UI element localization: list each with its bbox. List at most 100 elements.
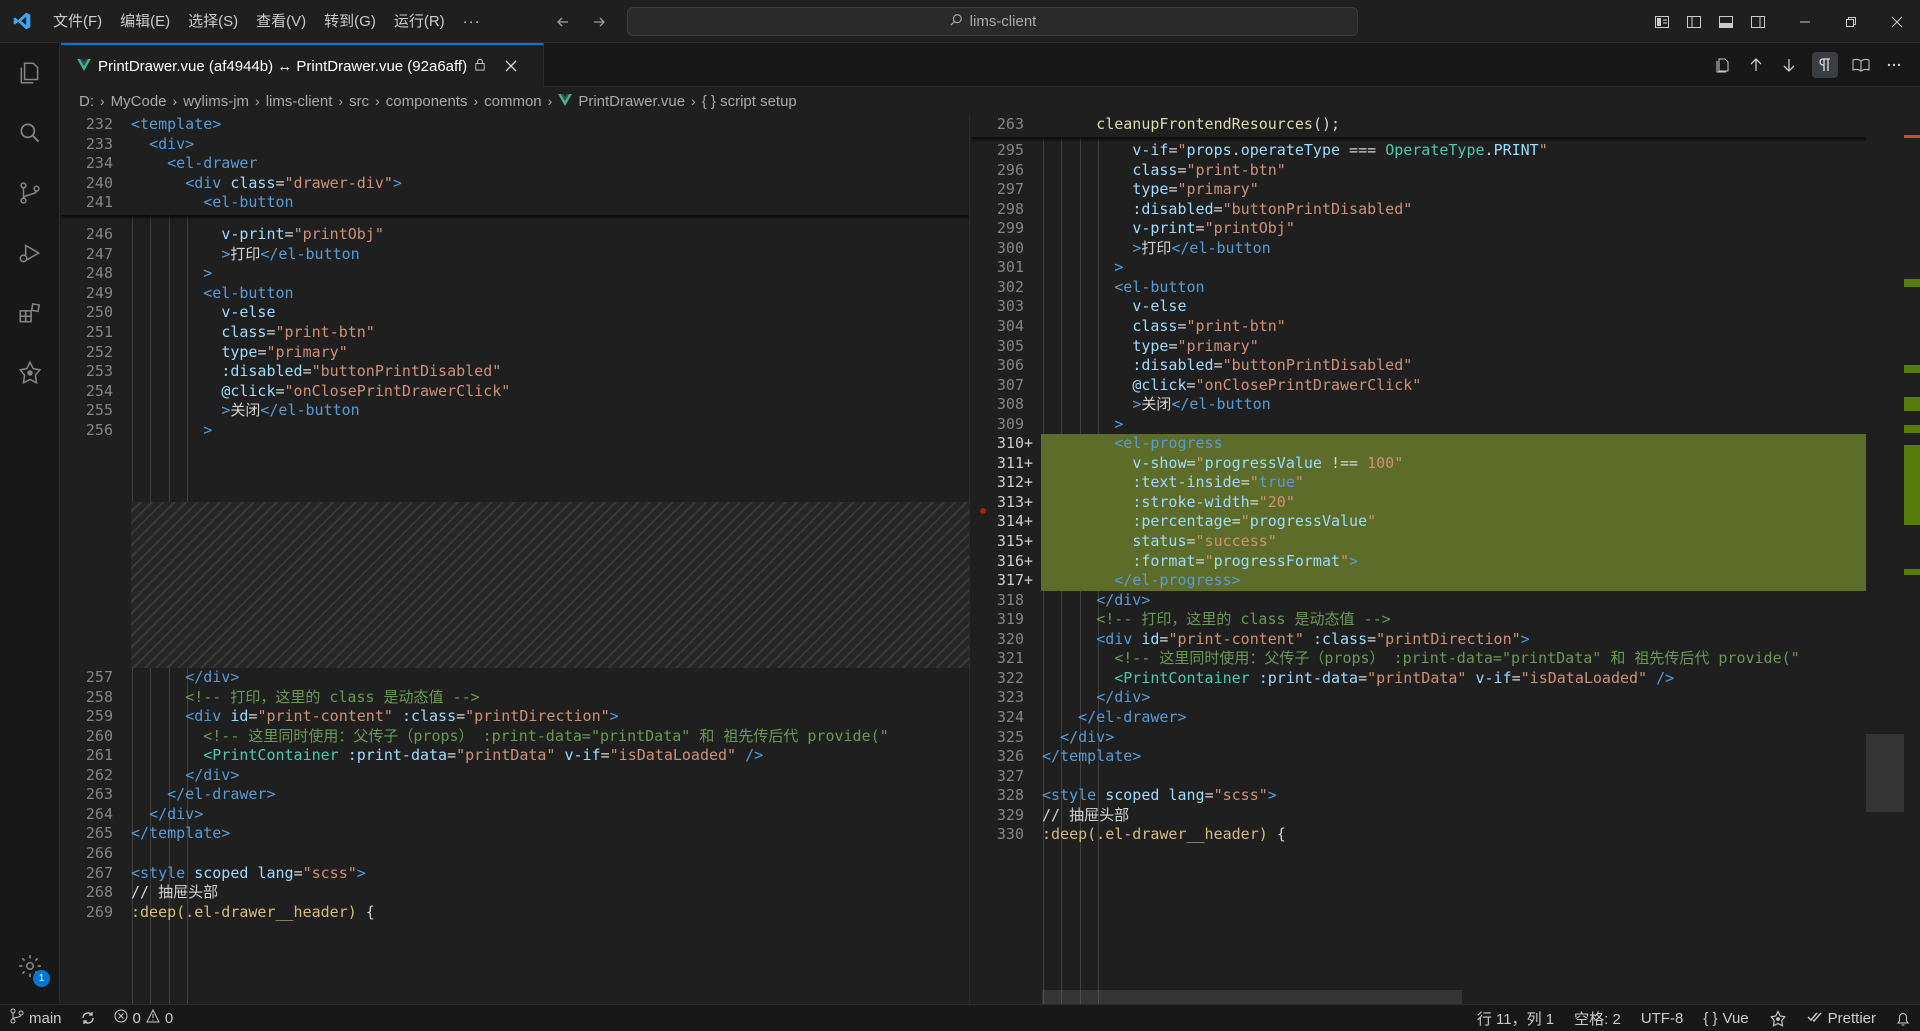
- code-line[interactable]: 234 <el-drawer: [61, 154, 969, 174]
- code-line[interactable]: 232 <template>: [61, 115, 969, 135]
- code-line[interactable]: 254 @click="onClosePrintDrawerClick": [61, 382, 969, 402]
- code-line[interactable]: 267 <style scoped lang="scss">: [61, 864, 969, 884]
- code-line[interactable]: 263 </el-drawer>: [61, 785, 969, 805]
- code-line[interactable]: 326 </template>: [972, 747, 1866, 767]
- code-line[interactable]: 251 class="print-btn": [61, 323, 969, 343]
- breadcrumb-drive[interactable]: D:: [79, 93, 94, 110]
- breadcrumb-folder[interactable]: components: [386, 93, 468, 110]
- menu-more[interactable]: ···: [454, 0, 490, 43]
- encoding[interactable]: UTF-8: [1641, 1010, 1684, 1027]
- code-line[interactable]: 328 <style scoped lang="scss">: [972, 786, 1866, 806]
- breadcrumb-file[interactable]: PrintDrawer.vue: [578, 93, 685, 110]
- added-code-line[interactable]: 314 + :percentage="progressValue": [972, 512, 1866, 532]
- source-control-icon[interactable]: [0, 163, 60, 223]
- code-line[interactable]: 250 v-else: [61, 303, 969, 323]
- code-line[interactable]: 259 <div id="print-content" :class="prin…: [61, 707, 969, 727]
- prettier-status[interactable]: Prettier: [1807, 1010, 1876, 1028]
- code-line[interactable]: 330:deep(.el-drawer__header) {: [972, 825, 1866, 845]
- breadcrumb-folder[interactable]: MyCode: [111, 93, 167, 110]
- run-debug-icon[interactable]: [0, 223, 60, 283]
- close-tab-icon[interactable]: [501, 56, 521, 76]
- code-line[interactable]: 303 v-else: [972, 297, 1866, 317]
- manage-gear-icon[interactable]: 1: [0, 936, 60, 996]
- code-line[interactable]: 309 >: [972, 415, 1866, 435]
- breadcrumb-symbol[interactable]: { } script setup: [702, 93, 797, 110]
- code-line[interactable]: 268 // 抽屉头部: [61, 883, 969, 903]
- code-line[interactable]: 269:deep(.el-drawer__header) {: [61, 903, 969, 923]
- customize-layout-icon[interactable]: [1652, 12, 1672, 32]
- code-line[interactable]: 321 <!-- 这里同时使用：父传子（props） :print-data="…: [972, 649, 1866, 669]
- breadcrumb-folder[interactable]: src: [349, 93, 369, 110]
- code-line[interactable]: 253 :disabled="buttonPrintDisabled": [61, 362, 969, 382]
- branch-status[interactable]: main: [10, 1008, 62, 1028]
- code-line[interactable]: 257 </div>: [61, 668, 969, 688]
- menu-file[interactable]: 文件(F): [44, 0, 111, 43]
- arrow-left-icon[interactable]: [552, 11, 574, 33]
- code-line[interactable]: 302 <el-button: [972, 278, 1866, 298]
- code-line[interactable]: 249 <el-button: [61, 284, 969, 304]
- code-line[interactable]: 240 <div class="drawer-div">: [61, 174, 969, 194]
- open-file-icon[interactable]: [1713, 55, 1733, 75]
- code-line[interactable]: 296 class="print-btn": [972, 161, 1866, 181]
- code-line[interactable]: 304 class="print-btn": [972, 317, 1866, 337]
- menu-run[interactable]: 运行(R): [385, 0, 454, 43]
- toggle-secondary-sidebar-icon[interactable]: [1748, 12, 1768, 32]
- code-line[interactable]: 308 >关闭</el-button: [972, 395, 1866, 415]
- search-view-icon[interactable]: [0, 103, 60, 163]
- next-change-icon[interactable]: [1779, 55, 1799, 75]
- code-line[interactable]: 305 type="primary": [972, 337, 1866, 357]
- added-code-line[interactable]: 317 + </el-progress>: [972, 571, 1866, 591]
- arrow-right-icon[interactable]: [588, 11, 610, 33]
- code-line[interactable]: 307 @click="onClosePrintDrawerClick": [972, 376, 1866, 396]
- added-code-line[interactable]: 312 + :text-inside="true": [972, 473, 1866, 493]
- code-line[interactable]: 306 :disabled="buttonPrintDisabled": [972, 356, 1866, 376]
- code-line[interactable]: 260 <!-- 这里同时使用：父传子（props） :print-data="…: [61, 727, 969, 747]
- code-line[interactable]: 300 >打印</el-button: [972, 239, 1866, 259]
- problems-status[interactable]: 0 0: [114, 1008, 173, 1027]
- code-line[interactable]: 241 <el-button: [61, 193, 969, 213]
- code-line[interactable]: 323 </div>: [972, 688, 1866, 708]
- breadcrumb-folder[interactable]: lims-client: [266, 93, 333, 110]
- breadcrumb-folder[interactable]: wylims-jm: [183, 93, 249, 110]
- code-line[interactable]: 298 :disabled="buttonPrintDisabled": [972, 200, 1866, 220]
- code-line[interactable]: 299 v-print="printObj": [972, 219, 1866, 239]
- code-line[interactable]: 247 >打印</el-button: [61, 245, 969, 265]
- code-line[interactable]: 329 // 抽屉头部: [972, 806, 1866, 826]
- code-line[interactable]: 252 type="primary": [61, 343, 969, 363]
- close-window-icon[interactable]: [1874, 0, 1920, 43]
- sticky-scroll-header[interactable]: 263 cleanupFrontendResources();: [972, 115, 1866, 137]
- breakpoint-dot-icon[interactable]: [980, 508, 986, 514]
- code-line[interactable]: 295 v-if="props.operateType === OperateT…: [972, 141, 1866, 161]
- ai-assistant-status-icon[interactable]: [1769, 1009, 1787, 1028]
- diff-modified-pane[interactable]: 263 cleanupFrontendResources(); 295 v-if…: [972, 115, 1866, 1004]
- explorer-icon[interactable]: [0, 43, 60, 103]
- code-line[interactable]: 266: [61, 844, 969, 864]
- diff-original-pane[interactable]: 232 <template> 233 <div> 234 <el-drawer 240 …: [61, 115, 969, 1004]
- command-center-search[interactable]: lims-client: [627, 7, 1358, 36]
- menu-selection[interactable]: 选择(S): [179, 0, 247, 43]
- extensions-icon[interactable]: [0, 283, 60, 343]
- code-line[interactable]: 322 <PrintContainer :print-data="printDa…: [972, 669, 1866, 689]
- added-code-line[interactable]: 315 + status="success": [972, 532, 1866, 552]
- code-line[interactable]: 319 <!-- 打印，这里的 class 是动态值 -->: [972, 610, 1866, 630]
- diff-sash[interactable]: [969, 115, 970, 1004]
- notifications-bell-icon[interactable]: [1896, 1011, 1910, 1027]
- breadcrumb-folder[interactable]: common: [484, 93, 542, 110]
- menu-go[interactable]: 转到(G): [315, 0, 385, 43]
- menu-view[interactable]: 查看(V): [247, 0, 315, 43]
- inline-view-icon[interactable]: [1851, 55, 1871, 75]
- code-line[interactable]: 255 >关闭</el-button: [61, 401, 969, 421]
- added-code-line[interactable]: 313 + :stroke-width="20": [972, 492, 1866, 513]
- code-line[interactable]: 301 >: [972, 258, 1866, 278]
- code-line[interactable]: 297 type="primary": [972, 180, 1866, 200]
- code-line[interactable]: 262 </div>: [61, 766, 969, 786]
- ai-assistant-icon[interactable]: [0, 343, 60, 403]
- previous-change-icon[interactable]: [1746, 55, 1766, 75]
- minimize-icon[interactable]: [1782, 0, 1828, 43]
- toggle-panel-icon[interactable]: [1716, 12, 1736, 32]
- show-whitespace-icon[interactable]: [1812, 52, 1838, 78]
- code-line[interactable]: 324 </el-drawer>: [972, 708, 1866, 728]
- added-code-line[interactable]: 316 + :format="progressFormat">: [972, 551, 1866, 572]
- added-code-line[interactable]: 310 + <el-progress: [972, 434, 1866, 454]
- tab-diff-printdrawer[interactable]: PrintDrawer.vue (af4944b) ↔ PrintDrawer.…: [61, 43, 544, 87]
